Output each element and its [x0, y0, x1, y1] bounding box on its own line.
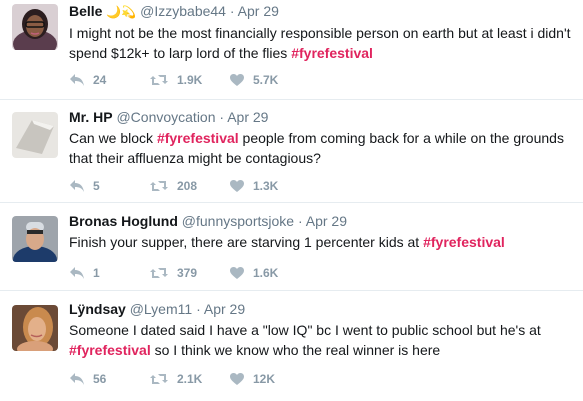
retweet-count: 1.9K	[177, 73, 203, 87]
like-count: 5.7K	[253, 73, 279, 87]
retweet-button[interactable]: 208	[149, 179, 229, 193]
tweet-actions: 1 379 1.6K	[69, 264, 309, 282]
user-handle[interactable]: @funnysportsjoke	[182, 213, 294, 229]
avatar[interactable]	[12, 4, 58, 50]
timestamp[interactable]: Apr 29	[238, 3, 279, 19]
tweet-text-part: so I think we know who the real winner i…	[150, 342, 441, 358]
retweet-count: 379	[177, 266, 198, 280]
retweet-button[interactable]: 2.1K	[149, 372, 229, 386]
retweet-icon	[150, 268, 168, 278]
avatar[interactable]	[12, 216, 58, 262]
tweet-text: Can we block #fyrefestival people from c…	[69, 128, 577, 168]
like-icon	[230, 74, 244, 86]
reply-button[interactable]: 56	[69, 372, 149, 386]
retweet-icon	[150, 181, 168, 191]
tweet-text-part: Finish your supper, there are starving 1…	[69, 234, 424, 250]
reply-button[interactable]: 5	[69, 179, 149, 193]
reply-button[interactable]: 1	[69, 266, 149, 280]
retweet-count: 2.1K	[177, 372, 203, 386]
name-emoji: 🌙💫	[106, 5, 137, 19]
tweet-text-part: Someone I dated said I have a "low IQ" b…	[69, 322, 541, 338]
reply-button[interactable]: 24	[69, 73, 149, 87]
avatar[interactable]	[12, 112, 58, 158]
reply-icon	[70, 74, 84, 86]
retweet-button[interactable]: 379	[149, 266, 229, 280]
tweet-text-part: Can we block	[69, 130, 157, 146]
hashtag-link[interactable]: #fyrefestival	[69, 342, 151, 358]
hashtag-link[interactable]: #fyrefestival	[157, 130, 239, 146]
separator-dot: ·	[297, 213, 303, 229]
user-handle[interactable]: @Convoycation	[116, 109, 215, 125]
separator-dot: ·	[219, 109, 225, 125]
user-handle[interactable]: @Izzybabe44	[140, 3, 226, 19]
display-name[interactable]: Mr. HP	[69, 109, 113, 125]
reply-count: 56	[93, 372, 107, 386]
hashtag-link[interactable]: #fyrefestival	[291, 45, 373, 61]
reply-count: 1	[93, 266, 100, 280]
display-name[interactable]: Lÿndsay	[69, 301, 126, 317]
like-count: 12K	[253, 372, 276, 386]
tweet[interactable]: Bronas Hoglund @funnysportsjoke · Apr 29…	[0, 203, 583, 291]
tweet-text: Someone I dated said I have a "low IQ" b…	[69, 320, 577, 360]
retweet-icon	[150, 75, 168, 85]
like-button[interactable]: 1.6K	[229, 266, 309, 280]
like-icon	[230, 267, 244, 279]
tweet-actions: 24 1.9K 5.7K	[69, 71, 309, 89]
reply-icon	[70, 373, 84, 385]
user-handle[interactable]: @Lyem11	[130, 301, 192, 317]
retweet-icon	[150, 374, 168, 384]
tweet-text: Finish your supper, there are starving 1…	[69, 232, 577, 252]
tweet[interactable]: Lÿndsay @Lyem11 · Apr 29 Someone I dated…	[0, 291, 583, 401]
tweet-text: I might not be the most financially resp…	[69, 23, 577, 63]
timestamp[interactable]: Apr 29	[306, 213, 347, 229]
timestamp[interactable]: Apr 29	[204, 301, 245, 317]
like-button[interactable]: 5.7K	[229, 73, 309, 87]
tweet[interactable]: Belle 🌙💫 @Izzybabe44 · Apr 29 I might no…	[0, 0, 583, 100]
like-button[interactable]: 12K	[229, 372, 309, 386]
reply-count: 24	[93, 73, 107, 87]
display-name[interactable]: Belle	[69, 3, 102, 19]
hashtag-link[interactable]: #fyrefestival	[423, 234, 505, 250]
display-name[interactable]: Bronas Hoglund	[69, 213, 178, 229]
reply-icon	[70, 180, 84, 192]
like-button[interactable]: 1.3K	[229, 179, 309, 193]
like-icon	[230, 373, 244, 385]
reply-icon	[70, 267, 84, 279]
like-count: 1.6K	[253, 266, 279, 280]
tweet-actions: 56 2.1K 12K	[69, 370, 309, 388]
like-count: 1.3K	[253, 179, 279, 193]
tweet[interactable]: Mr. HP @Convoycation · Apr 29 Can we blo…	[0, 100, 583, 203]
separator-dot: ·	[229, 3, 235, 19]
reply-count: 5	[93, 179, 100, 193]
tweet-actions: 5 208 1.3K	[69, 177, 309, 195]
retweet-button[interactable]: 1.9K	[149, 73, 229, 87]
like-icon	[230, 180, 244, 192]
tweet-feed: Belle 🌙💫 @Izzybabe44 · Apr 29 I might no…	[0, 0, 583, 401]
timestamp[interactable]: Apr 29	[227, 109, 268, 125]
avatar[interactable]	[12, 305, 58, 351]
retweet-count: 208	[177, 179, 198, 193]
separator-dot: ·	[196, 301, 201, 317]
